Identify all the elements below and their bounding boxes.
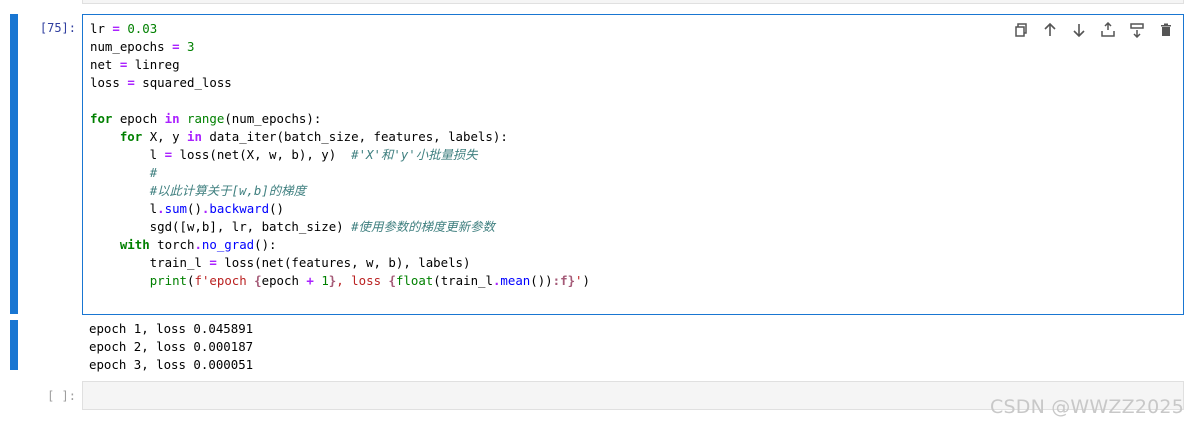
move-down-icon[interactable] — [1068, 19, 1090, 41]
input-collapser[interactable] — [10, 14, 18, 314]
code-editor[interactable]: lr = 0.03 num_epochs = 3 net = linreg loss … — [82, 14, 1184, 315]
code-line: lr = 0.03 — [90, 21, 158, 36]
output-collapser[interactable] — [10, 320, 18, 370]
duplicate-icon[interactable] — [1010, 19, 1032, 41]
code-text[interactable]: lr = 0.03 num_epochs = 3 net = linreg loss … — [90, 20, 590, 290]
insert-below-icon[interactable] — [1126, 19, 1148, 41]
code-line: loss = squared_loss — [90, 75, 232, 90]
output-line: epoch 2, loss 0.000187 — [89, 339, 254, 354]
code-line: with torch.no_grad(): — [119, 237, 277, 252]
watermark: CSDN @WWZZ2025 — [990, 396, 1184, 418]
code-line: sgd([w,b], lr, batch_size) #使用参数的梯度更新参数 — [90, 219, 495, 234]
code-line: train_l = loss(net(features, w, b), labe… — [90, 255, 471, 270]
code-line: net = linreg — [90, 57, 180, 72]
move-up-icon[interactable] — [1039, 19, 1061, 41]
delete-icon[interactable] — [1155, 19, 1177, 41]
code-line: print(f'epoch {epoch + 1}, loss {float(t… — [149, 273, 590, 288]
code-line: l.sum().backward() — [90, 201, 284, 216]
previous-cell-edge — [82, 0, 1184, 4]
code-line: for epoch in range(num_epochs): — [90, 111, 322, 126]
cell-toolbar — [1010, 19, 1177, 41]
output-line: epoch 1, loss 0.045891 — [89, 321, 254, 336]
empty-cell-prompt: [ ]: — [47, 389, 76, 403]
code-line: #以此计算关于[w,b]的梯度 — [149, 183, 306, 198]
code-line: num_epochs = 3 — [90, 39, 195, 54]
code-line: for X, y in data_iter(batch_size, featur… — [119, 129, 508, 144]
output-line: epoch 3, loss 0.000051 — [89, 357, 254, 372]
cell-output: epoch 1, loss 0.045891 epoch 2, loss 0.00… — [89, 320, 253, 374]
insert-above-icon[interactable] — [1097, 19, 1119, 41]
code-line: l = loss(net(X, w, b), y) #'X'和'y'小批量损失 — [90, 147, 478, 162]
input-prompt: [75]: — [39, 21, 76, 35]
code-line: # — [149, 165, 158, 180]
